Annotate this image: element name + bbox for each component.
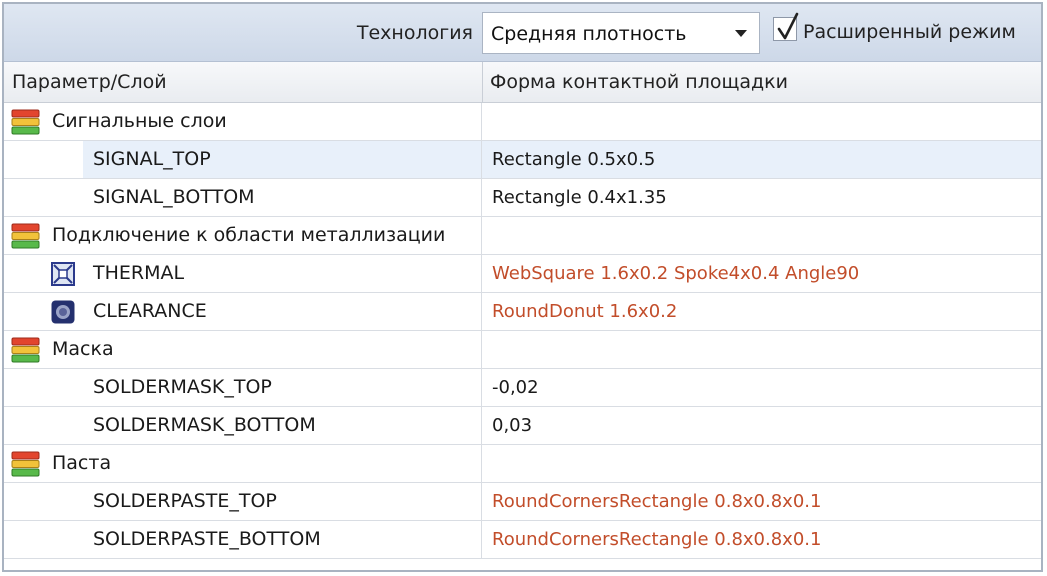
row-indent [4,255,83,292]
row-indent [4,293,83,330]
grid-body: Сигнальные слои SIGNAL_TOP Rectangle 0.5x0… [4,103,1041,559]
group-cell[interactable]: Маска [4,331,482,368]
layer-name-cell[interactable]: SIGNAL_BOTTOM [83,179,482,216]
chevron-down-icon[interactable] [735,30,747,37]
layer-name-cell[interactable]: SOLDERPASTE_BOTTOM [83,521,482,558]
layer-name-cell[interactable]: THERMAL [83,255,482,292]
row-indent [4,521,83,558]
layer-row[interactable]: THERMAL WebSquare 1.6x0.2 Spoke4x0.4 Angl… [4,255,1041,293]
layer-row[interactable]: SIGNAL_BOTTOM Rectangle 0.4x1.35 [4,179,1041,217]
group-row[interactable]: Маска [4,331,1041,369]
column-divider[interactable] [482,62,483,102]
pad-shape-value: Rectangle 0.5x0.5 [492,149,656,170]
layer-name-cell[interactable]: SOLDERMASK_TOP [83,369,482,406]
row-indent [4,179,83,216]
pad-shape-value: WebSquare 1.6x0.2 Spoke4x0.4 Angle90 [492,263,860,284]
clearance-pad-icon [51,300,75,324]
layer-name: SOLDERMASK_BOTTOM [93,414,316,436]
layer-row[interactable]: SOLDERPASTE_BOTTOM RoundCornersRectangle … [4,521,1041,559]
layer-name: SOLDERPASTE_TOP [93,490,277,512]
group-value-cell [482,445,1041,482]
group-label: Паста [52,452,112,474]
pad-shape-value: RoundDonut 1.6x0.2 [492,301,678,322]
group-value-cell [482,103,1041,140]
row-indent [4,483,83,520]
column-header-pad-shape[interactable]: Форма контактной площадки [490,62,788,102]
pad-shape-cell[interactable]: RoundCornersRectangle 0.8x0.8x0.1 [482,483,1041,520]
column-header-parameter[interactable]: Параметр/Слой [12,62,167,102]
layer-name: SOLDERPASTE_BOTTOM [93,528,321,550]
row-indent [4,407,83,444]
layer-row[interactable]: SOLDERMASK_BOTTOM 0,03 [4,407,1041,445]
layer-name: SIGNAL_TOP [93,148,211,170]
layer-name-cell[interactable]: SOLDERMASK_BOTTOM [83,407,482,444]
layer-name: SOLDERMASK_TOP [93,376,272,398]
thermal-pad-icon [51,262,75,286]
pad-shape-value: -0,02 [492,377,539,398]
pad-shape-cell[interactable]: RoundCornersRectangle 0.8x0.8x0.1 [482,521,1041,558]
layer-row[interactable]: SIGNAL_TOP Rectangle 0.5x0.5 [4,141,1041,179]
layers-group-icon[interactable] [11,337,40,363]
pad-shape-cell[interactable]: RoundDonut 1.6x0.2 [482,293,1041,330]
pad-shape-cell[interactable]: Rectangle 0.4x1.35 [482,179,1041,216]
advanced-mode-checkbox[interactable] [773,12,799,41]
pad-shape-value: Rectangle 0.4x1.35 [492,187,667,208]
row-indent [4,369,83,406]
group-label: Подключение к области металлизации [52,224,446,246]
checkmark-icon [777,12,799,40]
technology-select-value: Средняя плотность [491,23,687,45]
layer-name-cell[interactable]: CLEARANCE [83,293,482,330]
group-label: Сигнальные слои [52,110,227,132]
pad-shape-cell[interactable]: -0,02 [482,369,1041,406]
group-cell[interactable]: Сигнальные слои [4,103,482,140]
pad-shape-cell[interactable]: Rectangle 0.5x0.5 [482,141,1041,178]
pad-shape-cell[interactable]: 0,03 [482,407,1041,444]
pad-shape-value: RoundCornersRectangle 0.8x0.8x0.1 [492,529,822,550]
layer-row[interactable]: SOLDERMASK_TOP -0,02 [4,369,1041,407]
pad-shape-cell[interactable]: WebSquare 1.6x0.2 Spoke4x0.4 Angle90 [482,255,1041,292]
row-indent [4,141,83,178]
layers-group-icon[interactable] [11,109,40,135]
group-row[interactable]: Подключение к области металлизации [4,217,1041,255]
pad-properties-panel: Технология Средняя плотность Расширенный… [2,2,1043,572]
group-cell[interactable]: Подключение к области металлизации [4,217,482,254]
layer-name-cell[interactable]: SOLDERPASTE_TOP [83,483,482,520]
group-value-cell [482,217,1041,254]
layer-name: CLEARANCE [93,300,207,322]
layers-group-icon[interactable] [11,223,40,249]
toolbar: Технология Средняя плотность Расширенный… [4,4,1041,62]
layer-row[interactable]: CLEARANCE RoundDonut 1.6x0.2 [4,293,1041,331]
advanced-mode-label: Расширенный режим [803,21,1016,43]
layers-group-icon[interactable] [11,451,40,477]
layer-name: THERMAL [93,262,185,284]
group-value-cell [482,331,1041,368]
technology-select[interactable]: Средняя плотность [482,12,760,54]
layer-name: SIGNAL_BOTTOM [93,186,255,208]
group-label: Маска [52,338,114,360]
group-row[interactable]: Паста [4,445,1041,483]
pad-shape-value: RoundCornersRectangle 0.8x0.8x0.1 [492,491,822,512]
layer-name-cell[interactable]: SIGNAL_TOP [83,141,482,178]
pad-shape-value: 0,03 [492,415,533,436]
layer-row[interactable]: SOLDERPASTE_TOP RoundCornersRectangle 0.8… [4,483,1041,521]
group-row[interactable]: Сигнальные слои [4,103,1041,141]
group-cell[interactable]: Паста [4,445,482,482]
technology-label: Технология [356,22,473,44]
pad-shape-grid: Параметр/Слой Форма контактной площадки … [4,62,1041,559]
grid-header: Параметр/Слой Форма контактной площадки [4,62,1041,103]
